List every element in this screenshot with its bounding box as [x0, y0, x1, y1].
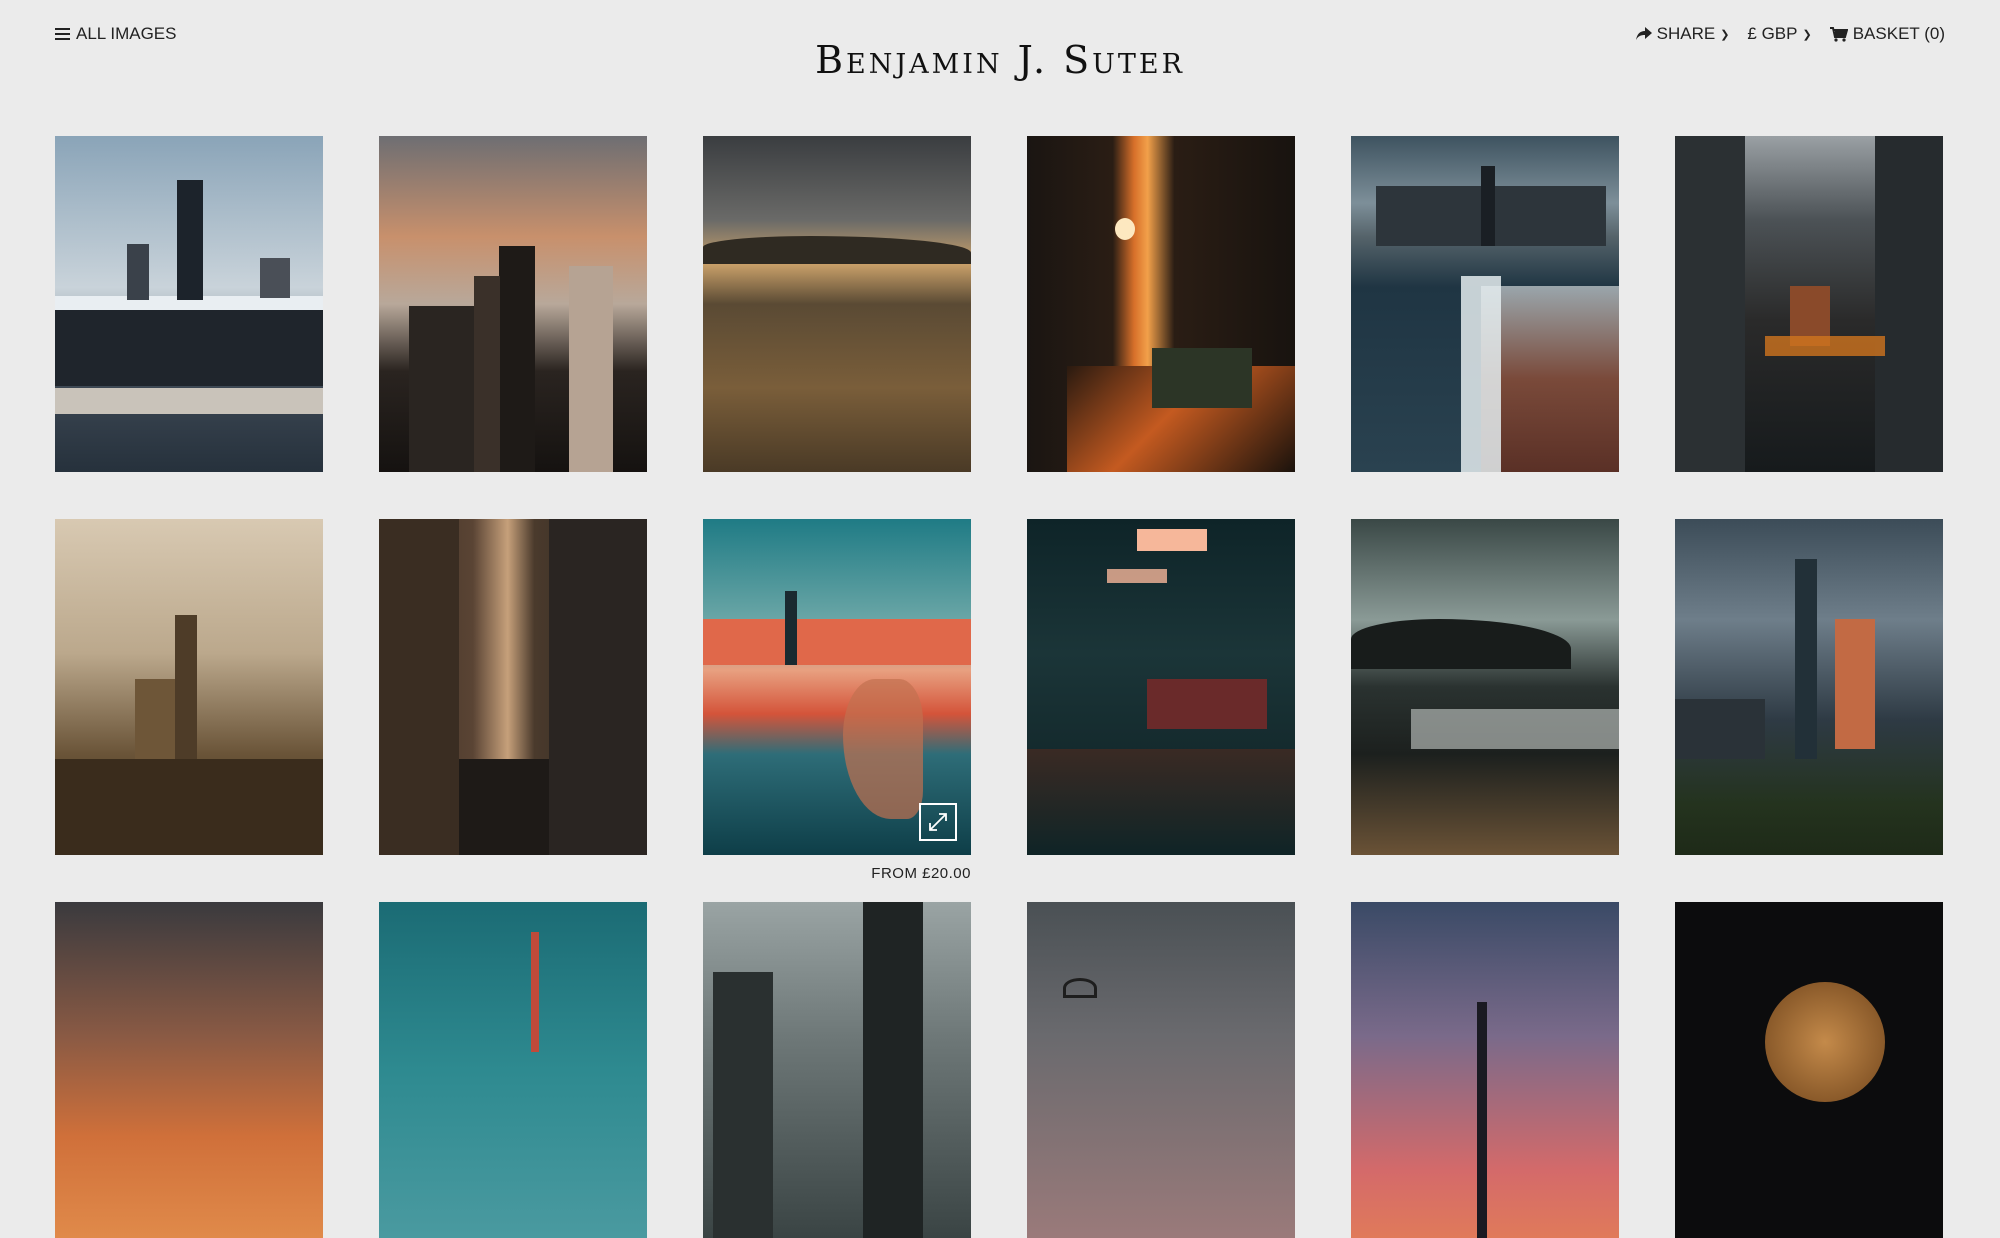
photo-card[interactable] — [1027, 519, 1295, 855]
photo-thumbnail[interactable] — [379, 519, 647, 855]
photo-thumbnail[interactable] — [1675, 136, 1943, 472]
photo-thumbnail[interactable] — [55, 902, 323, 1238]
chevron-down-icon: ❯ — [1802, 28, 1812, 41]
photo-card[interactable] — [1675, 519, 1943, 855]
photo-thumbnail[interactable] — [1351, 136, 1619, 472]
photo-thumbnail[interactable] — [55, 136, 323, 472]
share-dropdown[interactable]: SHARE ❯ — [1635, 24, 1730, 44]
photo-card[interactable] — [1027, 136, 1295, 472]
photo-thumbnail[interactable] — [1675, 902, 1943, 1238]
chevron-down-icon: ❯ — [1720, 28, 1730, 41]
photo-thumbnail[interactable] — [703, 136, 971, 472]
photo-thumbnail[interactable] — [55, 519, 323, 855]
site-title[interactable]: Benjamin J. Suter — [0, 38, 2000, 82]
price-label: FROM £20.00 — [871, 865, 971, 882]
photo-card[interactable] — [379, 136, 647, 472]
photo-card[interactable] — [379, 902, 647, 1238]
basket-label: BASKET (0) — [1852, 24, 1945, 43]
photo-thumbnail[interactable] — [1675, 519, 1943, 855]
photo-thumbnail[interactable] — [1027, 136, 1295, 472]
share-icon — [1635, 27, 1652, 40]
photo-card[interactable] — [55, 902, 323, 1238]
photo-card[interactable]: FROM £20.00 — [703, 519, 971, 882]
photo-thumbnail[interactable] — [1351, 902, 1619, 1238]
header-actions: SHARE ❯ £ GBP ❯ BASKET (0) — [1635, 24, 1945, 44]
photo-card[interactable] — [1027, 902, 1295, 1238]
photo-card[interactable] — [1351, 136, 1619, 472]
photo-thumbnail[interactable] — [703, 902, 971, 1238]
photo-card[interactable] — [55, 519, 323, 855]
cart-icon — [1829, 26, 1848, 42]
photo-card[interactable] — [1675, 136, 1943, 472]
photo-grid: FROM £20.00 — [55, 136, 1943, 1238]
photo-card[interactable] — [55, 136, 323, 472]
header: ALL IMAGES Benjamin J. Suter SHARE ❯ £ G… — [0, 0, 2000, 120]
photo-thumbnail[interactable] — [1351, 519, 1619, 855]
photo-card[interactable] — [1351, 902, 1619, 1238]
photo-card[interactable] — [1351, 519, 1619, 855]
expand-icon — [929, 813, 947, 831]
photo-thumbnail[interactable] — [379, 136, 647, 472]
basket-button[interactable]: BASKET (0) — [1829, 24, 1945, 44]
photo-card[interactable] — [703, 136, 971, 472]
photo-thumbnail[interactable] — [703, 519, 971, 855]
photo-card[interactable] — [1675, 902, 1943, 1238]
photo-thumbnail[interactable] — [1027, 519, 1295, 855]
currency-dropdown[interactable]: £ GBP ❯ — [1747, 24, 1811, 44]
share-label: SHARE — [1656, 24, 1716, 43]
photo-card[interactable] — [703, 902, 971, 1238]
photo-card[interactable] — [379, 519, 647, 855]
photo-thumbnail[interactable] — [379, 902, 647, 1238]
expand-button[interactable] — [919, 803, 957, 841]
currency-label: £ GBP — [1747, 24, 1798, 43]
photo-thumbnail[interactable] — [1027, 902, 1295, 1238]
